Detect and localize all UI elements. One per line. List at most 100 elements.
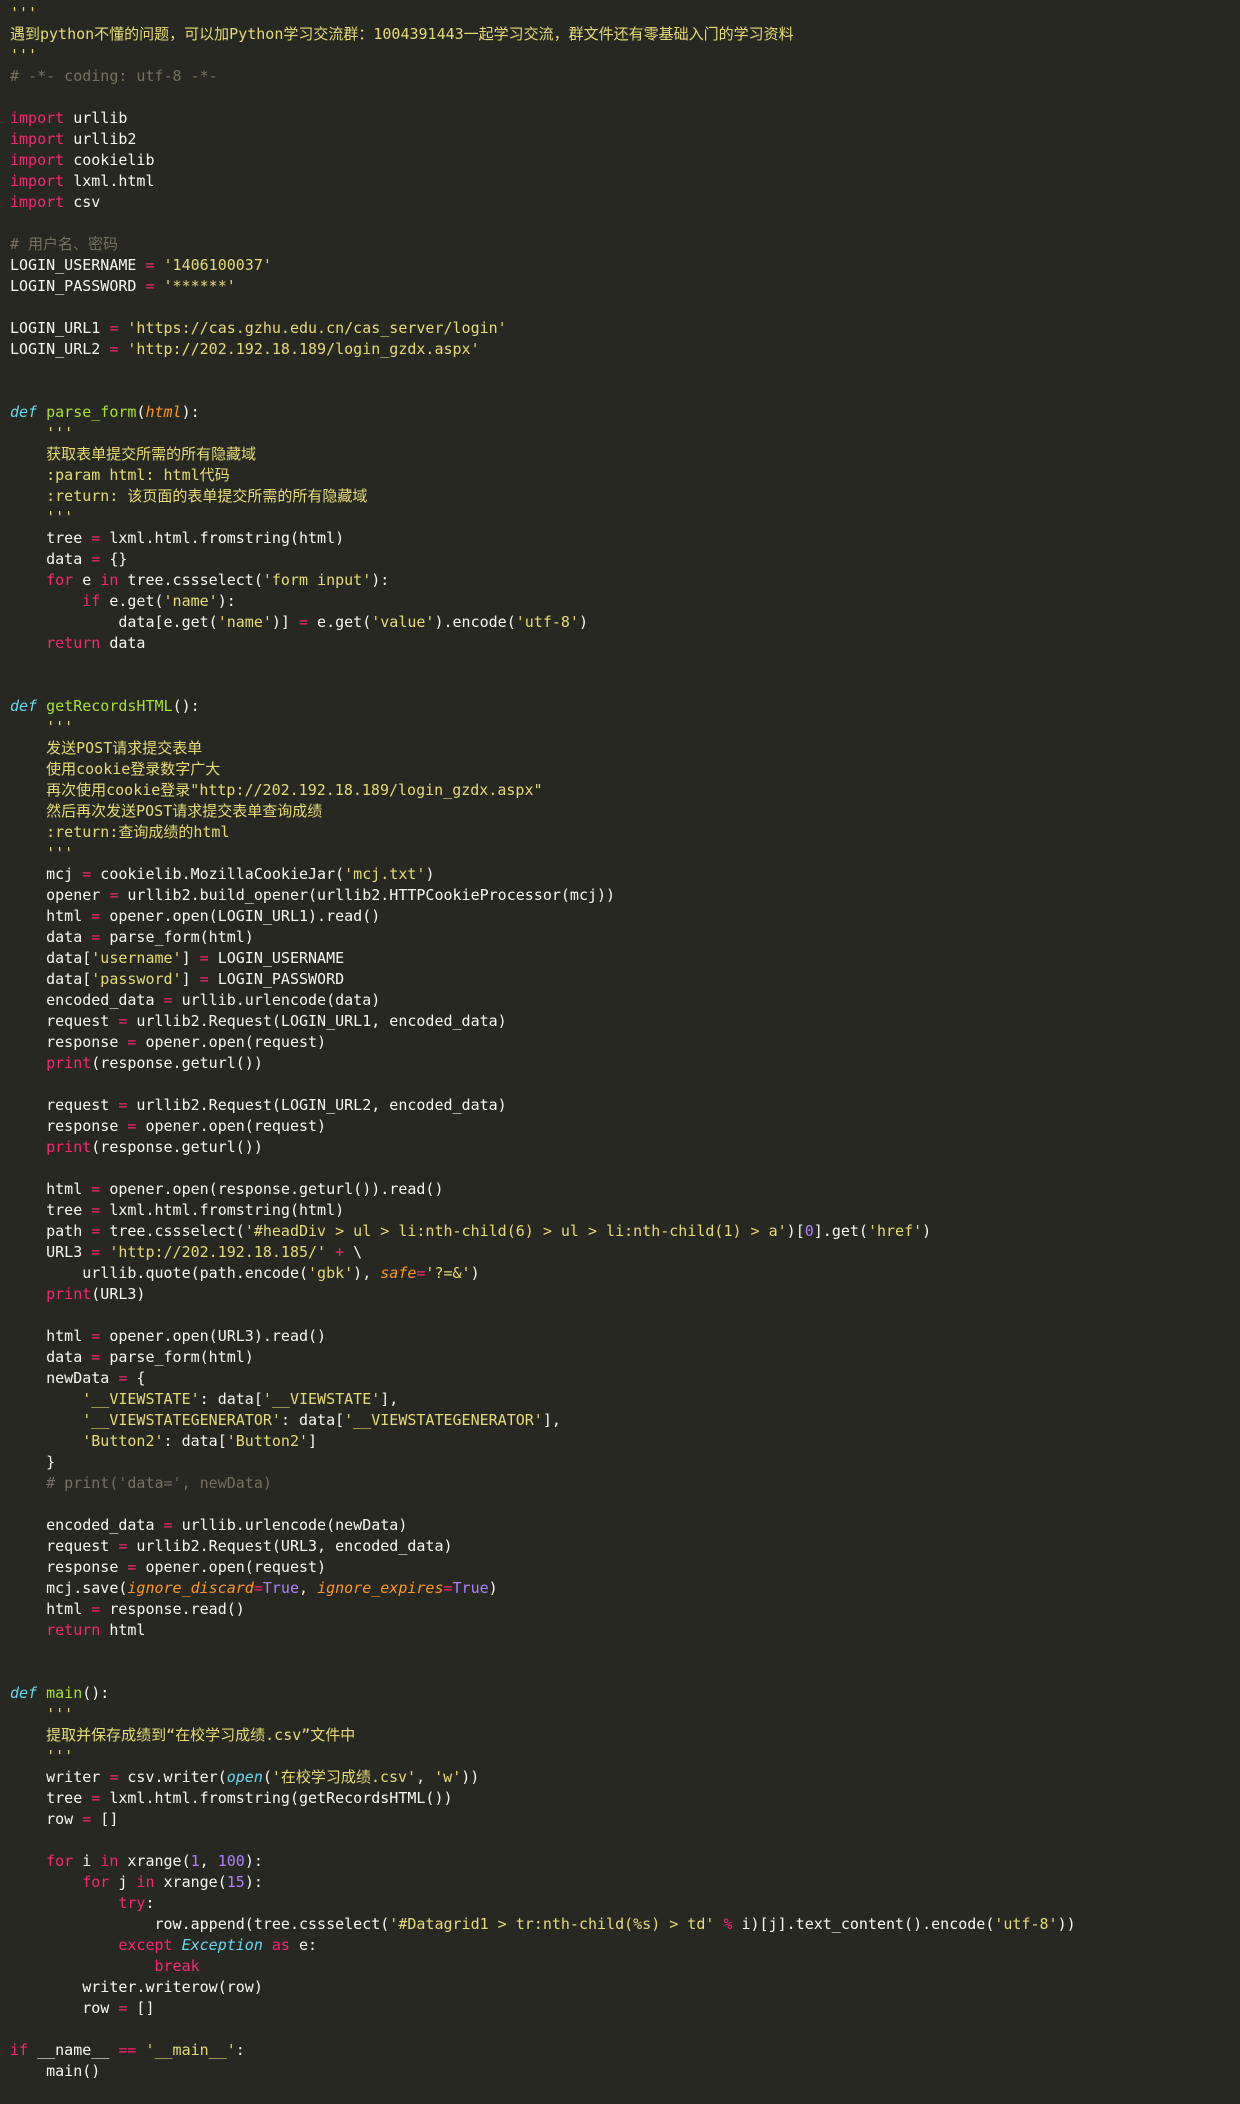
- code-token-string: ''': [10, 844, 74, 862]
- code-token-string: '1406100037': [163, 256, 272, 274]
- code-token-operator: =: [82, 1810, 92, 1828]
- code-line: import urllib2: [10, 129, 1240, 150]
- code-token-string: 'href': [867, 1222, 923, 1240]
- code-token-plain: opener.open(request): [136, 1558, 327, 1576]
- code-token-plain: LOGIN_USERNAME: [208, 949, 345, 967]
- code-token-param: safe: [380, 1264, 417, 1282]
- code-token-plain: tree.cssselect(: [100, 1222, 245, 1240]
- code-token-plain: (response.geturl()): [91, 1054, 263, 1072]
- code-token-keyword: in: [136, 1873, 155, 1891]
- code-line: row = []: [10, 1809, 1240, 1830]
- code-token-plain: data[: [10, 970, 92, 988]
- code-token-plain: ).encode(: [434, 613, 516, 631]
- code-token-plain: :: [235, 2041, 245, 2059]
- code-token-plain: )[: [786, 1222, 805, 1240]
- code-token-plain: )): [1057, 1915, 1076, 1933]
- code-token-operator: =: [91, 1600, 101, 1618]
- code-line: urllib.quote(path.encode('gbk'), safe='?…: [10, 1263, 1240, 1284]
- code-token-plain: ],: [542, 1411, 561, 1429]
- code-line: 再次使用cookie登录"http://202.192.18.189/login…: [10, 780, 1240, 801]
- code-token-plain: (response.geturl()): [91, 1138, 263, 1156]
- code-token-keyword: import: [10, 151, 65, 169]
- code-token-number: 15: [226, 1873, 245, 1891]
- code-token-string: 'form input': [262, 571, 372, 589]
- code-token-plain: newData: [10, 1369, 119, 1387]
- code-line: html = opener.open(LOGIN_URL1).read(): [10, 906, 1240, 927]
- code-line: encoded_data = urllib.urlencode(data): [10, 990, 1240, 1011]
- code-line: ''': [10, 423, 1240, 444]
- code-line: print(response.geturl()): [10, 1053, 1240, 1074]
- code-token-plain: ,: [416, 1768, 435, 1786]
- code-token-operator: =: [163, 1516, 173, 1534]
- code-token-plain: LOGIN_USERNAME: [10, 256, 146, 274]
- code-line: request = urllib2.Request(LOGIN_URL2, en…: [10, 1095, 1240, 1116]
- code-token-plain: : data[: [163, 1432, 227, 1450]
- code-token-plain: ]: [181, 949, 200, 967]
- code-token-funcname: parse_form: [46, 403, 137, 421]
- code-token-keyword: import: [10, 130, 65, 148]
- code-token-keyword: import: [10, 109, 65, 127]
- code-line: data['password'] = LOGIN_PASSWORD: [10, 969, 1240, 990]
- code-token-plain: html: [10, 1180, 92, 1198]
- code-token-string: 'value': [371, 613, 435, 631]
- code-token-operator: =: [443, 1579, 453, 1597]
- code-line: response = opener.open(request): [10, 1557, 1240, 1578]
- code-editor[interactable]: ''' 遇到python不懂的问题，可以加Python学习交流群：10043914…: [0, 0, 1240, 2104]
- code-token-operator: =: [91, 529, 101, 547]
- code-token-plain: encoded_data: [10, 991, 164, 1009]
- code-token-constant: True: [262, 1579, 299, 1597]
- code-token-plain: data: [10, 1348, 92, 1366]
- code-line: 获取表单提交所需的所有隐藏域: [10, 444, 1240, 465]
- code-token-plain: request: [10, 1537, 119, 1555]
- code-token-plain: opener.open(request): [136, 1033, 327, 1051]
- code-token-keyword: print: [46, 1138, 92, 1156]
- code-token-plain: ): [578, 613, 588, 631]
- code-line: ''': [10, 45, 1240, 66]
- code-line: 发送POST请求提交表单: [10, 738, 1240, 759]
- code-token-plain: []: [127, 1999, 155, 2017]
- code-line: 遇到python不懂的问题，可以加Python学习交流群：1004391443一…: [10, 24, 1240, 45]
- code-token-string: '#Datagrid1 > tr:nth-child(%s) > td': [389, 1915, 715, 1933]
- code-token-operator: =: [91, 1327, 101, 1345]
- code-token-string: '?=&': [425, 1264, 471, 1282]
- code-line: ''': [10, 3, 1240, 24]
- code-token-operator: +: [335, 1243, 345, 1261]
- code-token-plain: e.get(: [308, 613, 372, 631]
- code-token-plain: }: [10, 1453, 56, 1471]
- code-token-string: 'Button2': [226, 1432, 309, 1450]
- code-token-string: :return: 该页面的表单提交所需的所有隐藏域: [10, 487, 368, 505]
- code-token-keyword: print: [46, 1054, 92, 1072]
- code-line: def getRecordsHTML():: [10, 696, 1240, 717]
- code-token-string: ''': [10, 718, 74, 736]
- code-token-string: '__VIEWSTATEGENERATOR': [10, 1411, 281, 1429]
- code-token-operator: =: [253, 1579, 263, 1597]
- code-token-plain: urllib.urlencode(data): [172, 991, 381, 1009]
- code-token-plain: urllib2.build_opener(urllib2.HTTPCookieP…: [118, 886, 616, 904]
- code-line: break: [10, 1956, 1240, 1977]
- code-token-plain: urllib2.Request(LOGIN_URL2, encoded_data…: [127, 1096, 507, 1114]
- code-token-string: 然后再次发送POST请求提交表单查询成绩: [10, 802, 323, 820]
- code-line: writer = csv.writer(open('在校学习成绩.csv', '…: [10, 1767, 1240, 1788]
- code-token-plain: mcj.save(: [10, 1579, 128, 1597]
- code-token-plain: j: [109, 1873, 137, 1891]
- code-token-operator: =: [145, 256, 155, 274]
- code-token-keyword: as: [271, 1936, 290, 1954]
- code-token-plain: main(): [10, 2062, 101, 2080]
- code-token-plain: xrange(: [118, 1852, 191, 1870]
- code-token-plain: LOGIN_PASSWORD: [10, 277, 146, 295]
- code-token-plain: lxml.html.fromstring(html): [100, 529, 345, 547]
- code-token-keyword: if: [10, 2041, 29, 2059]
- code-token-string: ''': [10, 4, 38, 22]
- code-line: def parse_form(html):: [10, 402, 1240, 423]
